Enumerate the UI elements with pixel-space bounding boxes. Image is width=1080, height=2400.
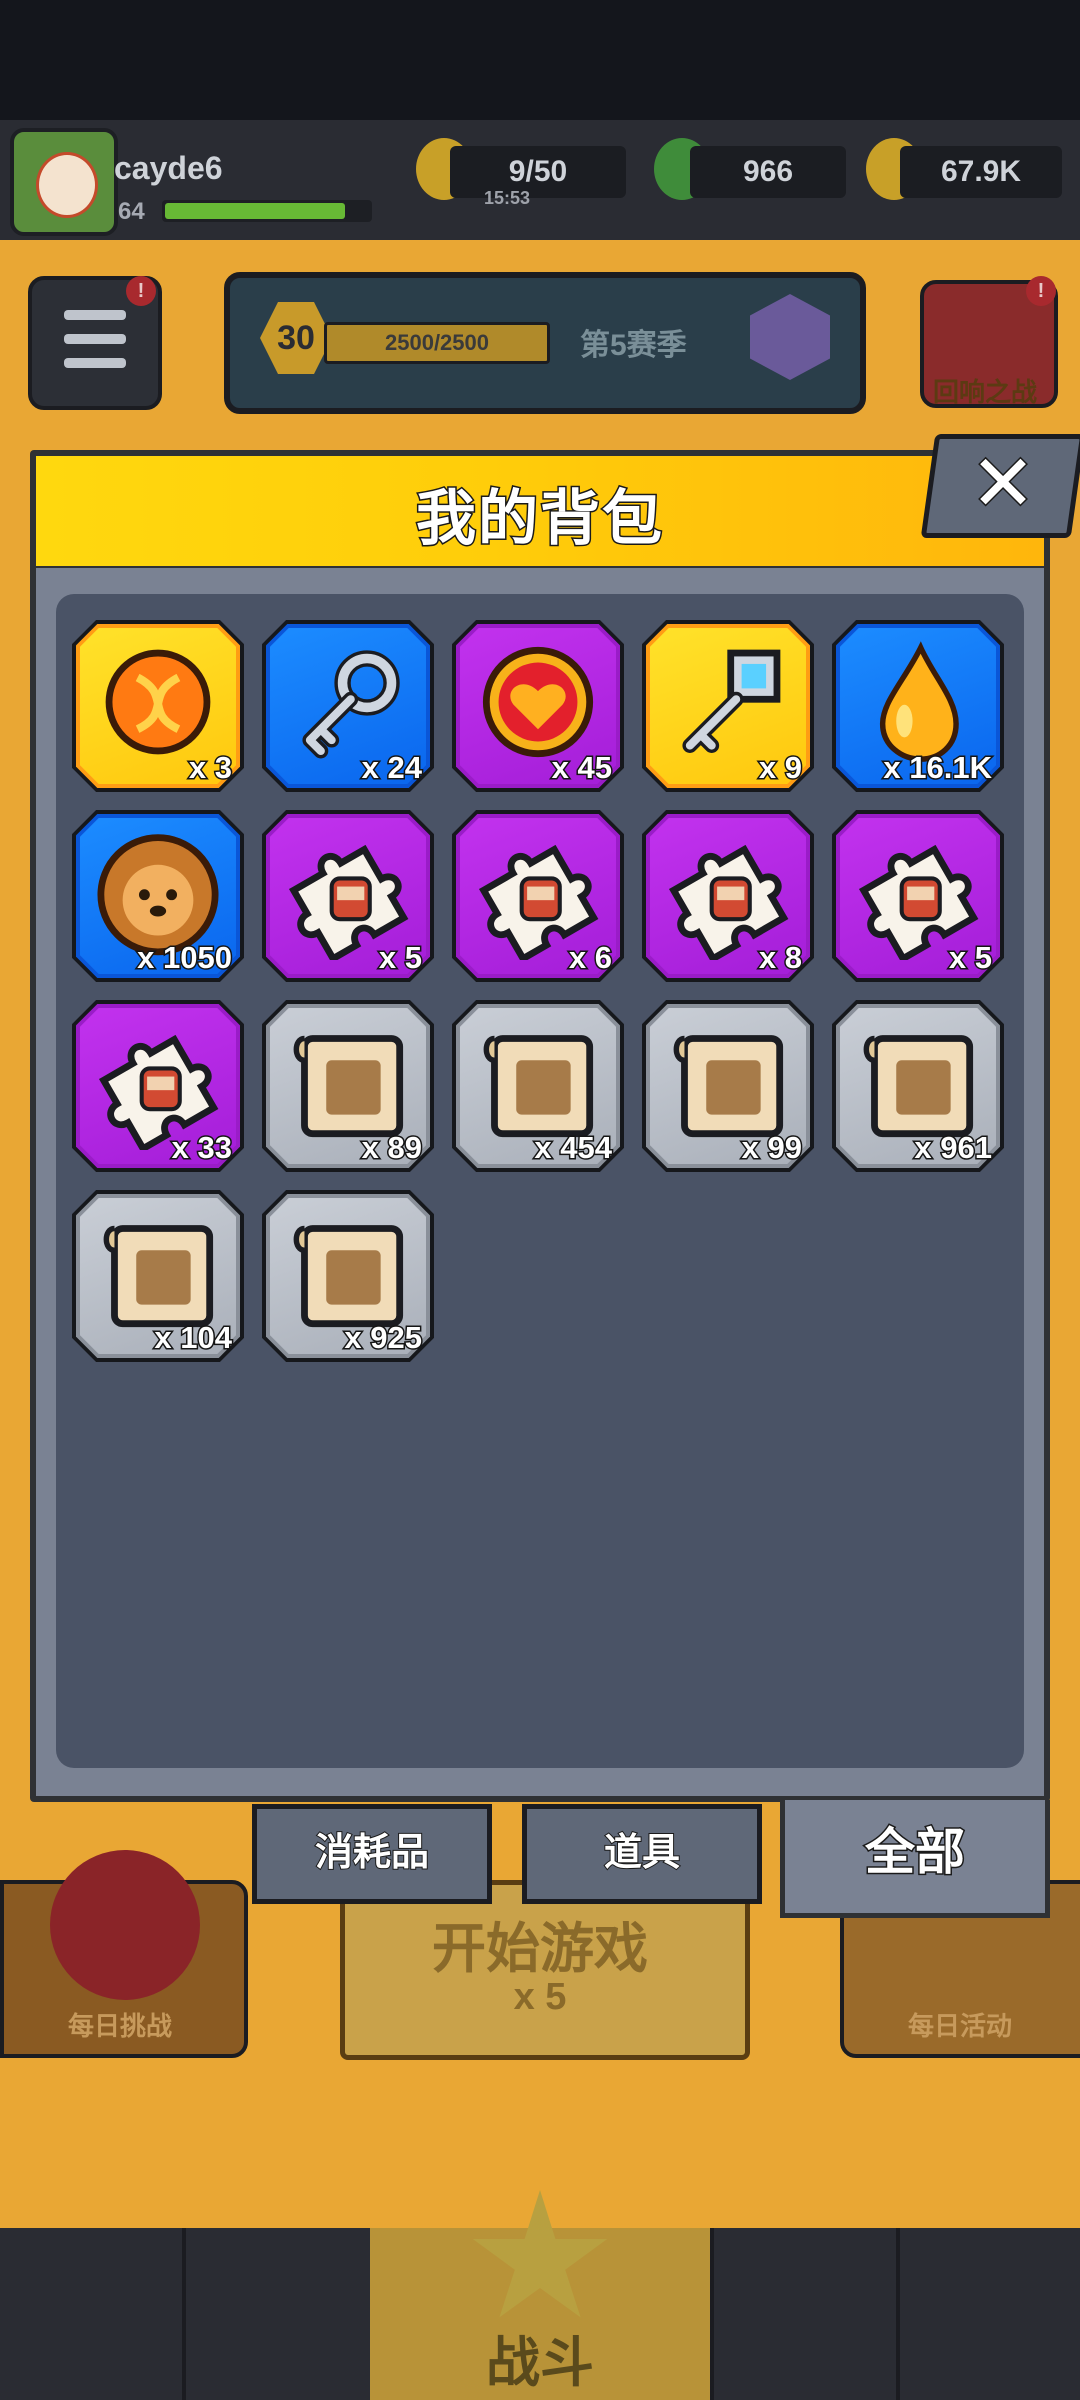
nav-talents[interactable] xyxy=(710,2228,900,2400)
season-name: 第5赛季 xyxy=(580,329,687,362)
battle-label: 战斗 xyxy=(486,2333,594,2393)
item-slot-golden-drop[interactable]: x 16.1K xyxy=(832,620,1004,792)
nav-evolution[interactable] xyxy=(896,2228,1080,2400)
season-badge-icon xyxy=(750,294,830,380)
daily-challenge-label: 每日挑战 xyxy=(67,2011,172,2041)
tab-consumables[interactable]: 消耗品 xyxy=(252,1804,492,1904)
boxing-glove-icon xyxy=(50,1850,200,2000)
item-quantity: x 5 xyxy=(947,939,993,977)
item-quantity: x 16.1K xyxy=(882,749,994,787)
echo-notification-badge: ! xyxy=(1026,276,1056,306)
xp-bar xyxy=(162,200,372,222)
item-quantity: x 9 xyxy=(757,749,803,787)
item-slot-necklace-scroll[interactable]: x 99 xyxy=(642,1000,814,1172)
item-slot-belt-scroll[interactable]: x 961 xyxy=(832,1000,1004,1172)
item-slot-puzzle-piece-3[interactable]: x 8 xyxy=(642,810,814,982)
item-quantity: x 104 xyxy=(153,1319,234,1357)
item-slot-armor-scroll[interactable]: x 454 xyxy=(452,1000,624,1172)
item-quantity: x 24 xyxy=(360,749,423,787)
start-game-label: 开始游戏 xyxy=(432,1919,648,1979)
item-quantity: x 961 xyxy=(913,1129,994,1167)
item-quantity: x 5 xyxy=(377,939,423,977)
daily-activity-label: 每日活动 xyxy=(907,2011,1012,2041)
item-slot-puzzle-piece-4[interactable]: x 5 xyxy=(832,810,1004,982)
item-quantity: x 33 xyxy=(170,1129,233,1167)
item-slot-heart-orb[interactable]: x 45 xyxy=(452,620,624,792)
player-level: 64 xyxy=(118,198,145,225)
item-slot-weapon-scroll[interactable]: x 89 xyxy=(262,1000,434,1172)
item-quantity: x 89 xyxy=(360,1129,423,1167)
item-quantity: x 454 xyxy=(533,1129,614,1167)
item-slot-dna-orb[interactable]: x 3 xyxy=(72,620,244,792)
item-slot-puzzle-piece-1[interactable]: x 5 xyxy=(262,810,434,982)
status-bar xyxy=(0,0,1080,120)
start-game-cost: x 5 xyxy=(513,1976,567,2018)
item-slot-boots-scroll[interactable]: x 925 xyxy=(262,1190,434,1362)
modal-title: 我的背包 xyxy=(415,484,664,554)
gold-value: 67.9K xyxy=(900,146,1062,198)
item-quantity: x 925 xyxy=(343,1319,424,1357)
item-slot-pet-cookie[interactable]: x 1050 xyxy=(72,810,244,982)
player-name: cayde6 xyxy=(114,150,223,186)
item-quantity: x 99 xyxy=(740,1129,803,1167)
item-slot-glove-scroll[interactable]: x 104 xyxy=(72,1190,244,1362)
item-quantity: x 1050 xyxy=(136,939,234,977)
gems-value: 966 xyxy=(690,146,846,198)
menu-notification-badge: ! xyxy=(126,276,156,306)
tab-all[interactable]: 全部 xyxy=(780,1800,1050,1918)
nav-weapons[interactable] xyxy=(182,2228,374,2400)
item-slot-crystal-key[interactable]: x 9 xyxy=(642,620,814,792)
item-slot-puzzle-piece-5[interactable]: x 33 xyxy=(72,1000,244,1172)
item-quantity: x 45 xyxy=(550,749,613,787)
item-quantity: x 6 xyxy=(567,939,613,977)
season-pass-bar[interactable]: 30 2500/2500 第5赛季 xyxy=(224,272,866,414)
echo-battle-label: 回响之战 xyxy=(932,377,1037,407)
close-icon[interactable]: ✕ xyxy=(940,436,1066,530)
energy-timer: 15:53 xyxy=(484,188,531,208)
item-quantity: x 3 xyxy=(187,749,233,787)
nav-shop[interactable] xyxy=(0,2228,186,2400)
energy-value: 9/50 xyxy=(450,146,626,198)
item-slot-puzzle-piece-2[interactable]: x 6 xyxy=(452,810,624,982)
season-progress: 2500/2500 xyxy=(324,322,550,364)
tab-items[interactable]: 道具 xyxy=(522,1804,762,1904)
season-level: 30 xyxy=(260,302,332,374)
item-slot-silver-key[interactable]: x 24 xyxy=(262,620,434,792)
avatar[interactable] xyxy=(10,128,118,236)
item-quantity: x 8 xyxy=(757,939,803,977)
